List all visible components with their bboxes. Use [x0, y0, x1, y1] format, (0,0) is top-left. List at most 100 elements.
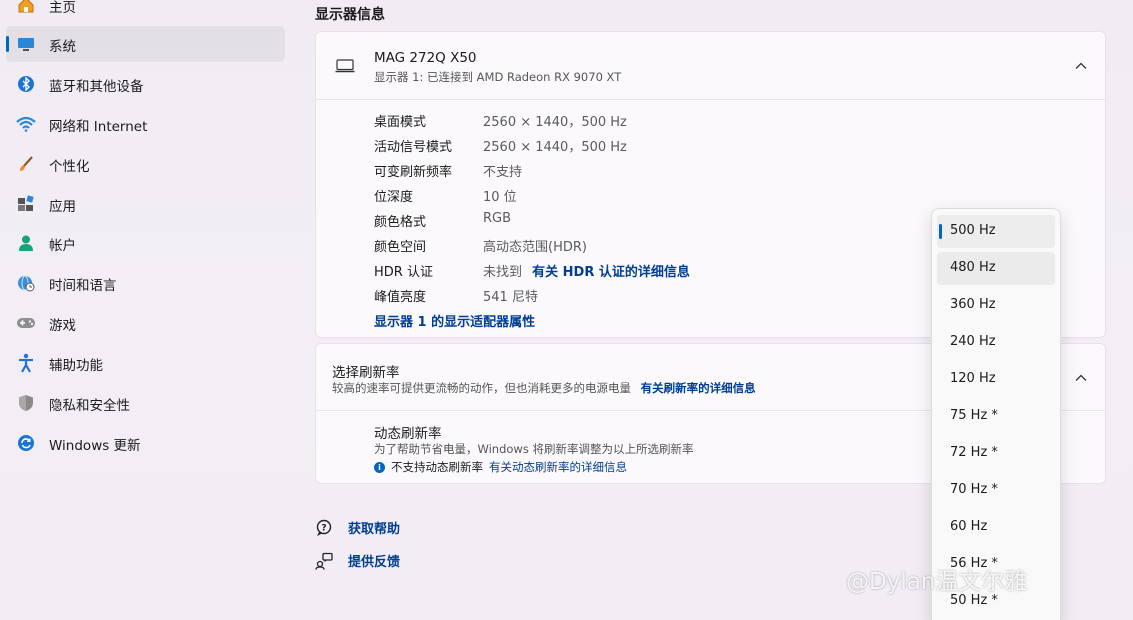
sidebar-item-label: 游戏	[49, 318, 76, 334]
sidebar-item-label: 时间和语言	[49, 278, 117, 294]
shield-icon	[16, 393, 36, 413]
refresh-option[interactable]: 500 Hz	[937, 215, 1055, 248]
refresh-option[interactable]: 240 Hz	[937, 326, 1055, 359]
refresh-option-label: 240 Hz	[950, 334, 996, 349]
refresh-option-label: 60 Hz	[950, 519, 988, 534]
sidebar-item-system[interactable]: 系统	[6, 26, 285, 62]
dynamic-refresh-status: 不支持动态刷新率	[391, 460, 483, 474]
refresh-option-label: 360 Hz	[950, 297, 996, 312]
sidebar-item-label: 隐私和安全性	[49, 398, 130, 414]
info-value: 未找到 有关 HDR 认证的详细信息	[483, 261, 690, 280]
sidebar-item-personalization[interactable]: 个性化	[6, 146, 285, 182]
selection-indicator	[939, 224, 942, 239]
sidebar-item-time-language[interactable]: 时间和语言	[6, 265, 285, 301]
globe-clock-icon	[16, 273, 36, 293]
info-value: 不支持	[483, 165, 523, 180]
sidebar-item-label: 网络和 Internet	[49, 119, 148, 135]
get-help-link[interactable]: ? 获取帮助	[315, 518, 400, 537]
info-label: 可变刷新频率	[374, 165, 453, 180]
refresh-option-label: 500 Hz	[950, 223, 996, 238]
sidebar-item-bluetooth[interactable]: 蓝牙和其他设备	[6, 66, 285, 102]
sidebar-item-accounts[interactable]: 帐户	[6, 225, 285, 261]
sidebar-item-apps[interactable]: 应用	[6, 186, 285, 222]
adapter-properties-link[interactable]: 显示器 1 的显示适配器属性	[374, 311, 535, 330]
divider	[316, 99, 1105, 100]
refresh-option[interactable]: 70 Hz *	[937, 474, 1055, 507]
sidebar-item-privacy[interactable]: 隐私和安全性	[6, 385, 285, 421]
system-icon	[16, 34, 36, 54]
sidebar-item-home[interactable]: 主页	[6, 0, 285, 23]
info-value: 2560 × 1440，500 Hz	[483, 140, 627, 155]
feedback-label: 提供反馈	[348, 555, 401, 570]
watermark: @Dylan温文尔雅	[846, 569, 1028, 595]
sidebar-item-label: 系统	[49, 39, 76, 55]
info-value: RGB	[483, 211, 512, 226]
sidebar-item-windows-update[interactable]: Windows 更新	[6, 425, 285, 461]
refresh-rate-desc-text: 较高的速率可提供更流畅的动作，但也消耗更多的电源电量	[332, 381, 631, 395]
monitor-name: MAG 272Q X50	[374, 50, 477, 66]
refresh-option-label: 72 Hz *	[950, 445, 998, 460]
dynamic-refresh-info: i 不支持动态刷新率 有关动态刷新率的详细信息	[374, 459, 627, 475]
sidebar-item-label: 主页	[49, 0, 76, 16]
chevron-up-icon[interactable]	[1074, 372, 1088, 382]
sidebar-item-label: 蓝牙和其他设备	[49, 79, 144, 95]
help-chat-icon: ?	[315, 519, 333, 537]
info-icon: i	[374, 461, 385, 473]
sidebar: 主页 系统 蓝牙和其他设备 网络和 Internet 个性化 应用 帐户 时间和…	[0, 0, 300, 620]
info-label: 颜色格式	[374, 215, 427, 230]
refresh-option[interactable]: 60 Hz	[937, 511, 1055, 544]
info-value: 2560 × 1440，500 Hz	[483, 115, 627, 130]
selection-indicator	[6, 36, 9, 52]
svg-text:?: ?	[321, 523, 326, 533]
info-value: 541 尼特	[483, 290, 538, 305]
info-value: 高动态范围(HDR)	[483, 240, 587, 255]
hdr-details-link[interactable]: 有关 HDR 认证的详细信息	[532, 265, 690, 280]
chevron-up-icon[interactable]	[1074, 60, 1088, 70]
refresh-rate-details-link[interactable]: 有关刷新率的详细信息	[641, 381, 756, 395]
feedback-icon	[315, 552, 333, 570]
apps-icon	[16, 194, 36, 214]
refresh-option-label: 120 Hz	[950, 371, 996, 386]
hdr-status: 未找到	[483, 265, 523, 280]
refresh-option[interactable]: 72 Hz *	[937, 437, 1055, 470]
sidebar-item-gaming[interactable]: 游戏	[6, 305, 285, 341]
sidebar-item-label: 个性化	[49, 159, 90, 175]
info-label: 桌面模式	[374, 115, 427, 130]
info-label: 峰值亮度	[374, 290, 427, 305]
monitor-connection: 显示器 1: 已连接到 AMD Radeon RX 9070 XT	[374, 70, 622, 84]
home-icon	[16, 0, 36, 15]
sidebar-item-label: 应用	[49, 199, 76, 215]
info-label: 位深度	[374, 190, 414, 205]
refresh-option-label: 480 Hz	[950, 260, 996, 275]
info-label: 颜色空间	[374, 240, 427, 255]
refresh-option[interactable]: 360 Hz	[937, 289, 1055, 322]
feedback-link[interactable]: 提供反馈	[315, 551, 400, 570]
accessibility-icon	[16, 353, 36, 373]
info-label: 活动信号模式	[374, 140, 453, 155]
info-label: HDR 认证	[374, 265, 433, 280]
get-help-label: 获取帮助	[348, 522, 401, 537]
dynamic-refresh-title: 动态刷新率	[374, 426, 442, 442]
refresh-option[interactable]: 75 Hz *	[937, 400, 1055, 433]
dynamic-refresh-desc: 为了帮助节省电量，Windows 将刷新率调整为以上所选刷新率	[374, 442, 694, 456]
refresh-option-label: 70 Hz *	[950, 482, 998, 497]
brush-icon	[16, 154, 36, 174]
update-icon	[16, 433, 36, 453]
sidebar-item-label: Windows 更新	[49, 438, 141, 454]
refresh-rate-title: 选择刷新率	[332, 365, 400, 381]
info-value: 10 位	[483, 190, 517, 205]
monitor-icon	[335, 59, 355, 73]
refresh-rate-desc: 较高的速率可提供更流畅的动作，但也消耗更多的电源电量 有关刷新率的详细信息	[332, 380, 756, 396]
sidebar-item-label: 帐户	[49, 238, 76, 254]
sidebar-item-accessibility[interactable]: 辅助功能	[6, 345, 285, 381]
bluetooth-icon	[16, 74, 36, 94]
sidebar-item-label: 辅助功能	[49, 358, 103, 374]
refresh-option[interactable]: 120 Hz	[937, 363, 1055, 396]
refresh-rate-dropdown[interactable]: 500 Hz 480 Hz 360 Hz 240 Hz 120 Hz 75 Hz…	[931, 208, 1061, 620]
refresh-option-label: 75 Hz *	[950, 408, 998, 423]
section-title: 显示器信息	[315, 7, 385, 23]
refresh-option[interactable]: 480 Hz	[937, 252, 1055, 285]
sidebar-item-network[interactable]: 网络和 Internet	[6, 106, 285, 142]
dynamic-refresh-details-link[interactable]: 有关动态刷新率的详细信息	[489, 459, 627, 475]
wifi-icon	[16, 114, 36, 134]
